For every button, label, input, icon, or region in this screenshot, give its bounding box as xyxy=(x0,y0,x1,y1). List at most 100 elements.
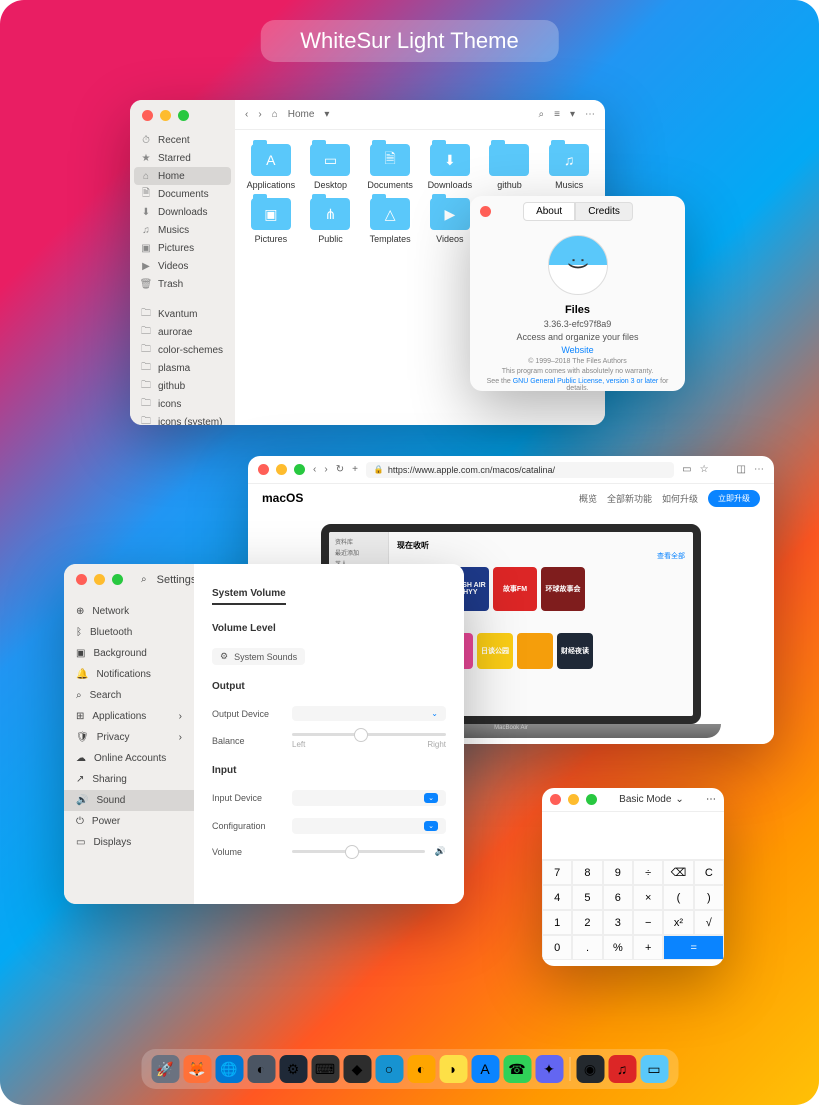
volume-slider[interactable] xyxy=(292,850,425,853)
dock-app[interactable]: ◆ xyxy=(343,1055,371,1083)
settings-item[interactable]: 🔔Notifications xyxy=(64,664,194,685)
view-button[interactable]: ≡ xyxy=(554,109,560,120)
calc-key[interactable]: 1 xyxy=(542,910,572,935)
search-button[interactable]: ⌕ xyxy=(539,109,545,120)
back-button[interactable]: ‹ xyxy=(313,464,316,475)
nav-link[interactable]: 全部新功能 xyxy=(607,492,652,505)
calc-key[interactable]: 9 xyxy=(603,860,633,885)
folder-item[interactable]: ♫Musics xyxy=(543,144,595,190)
calc-key[interactable]: 0 xyxy=(542,935,572,960)
sidebar-item[interactable]: ★Starred xyxy=(130,149,235,167)
nav-link[interactable]: 如何升级 xyxy=(662,492,698,505)
dock-app[interactable]: 🦊 xyxy=(183,1055,211,1083)
calc-key[interactable]: × xyxy=(633,885,663,910)
license-link[interactable]: GNU General Public License, version 3 or… xyxy=(513,378,659,385)
folder-item[interactable]: ▣Pictures xyxy=(245,198,297,244)
more-button[interactable]: ⋯ xyxy=(585,109,595,120)
sidebar-item[interactable]: 🗀color-schemes xyxy=(130,341,235,359)
tab-about[interactable]: About xyxy=(523,202,575,221)
calc-key[interactable]: 3 xyxy=(603,910,633,935)
folder-item[interactable]: ▭Desktop xyxy=(305,144,357,190)
minimize-button[interactable] xyxy=(568,794,579,805)
folder-item[interactable]: AApplications xyxy=(245,144,297,190)
folder-item[interactable]: △Templates xyxy=(364,198,416,244)
dock-app[interactable]: A xyxy=(471,1055,499,1083)
system-sounds-button[interactable]: ⚙ System Sounds xyxy=(212,648,305,665)
calc-key[interactable]: C xyxy=(694,860,724,885)
sidebar-item[interactable]: ⏱Recent xyxy=(130,131,235,149)
calc-key[interactable]: 4 xyxy=(542,885,572,910)
sidebar-item[interactable]: 🗀aurorae xyxy=(130,323,235,341)
forward-button[interactable]: › xyxy=(258,109,261,120)
dock-app[interactable]: ✦ xyxy=(535,1055,563,1083)
balance-slider[interactable] xyxy=(292,733,446,736)
maximize-button[interactable] xyxy=(178,110,189,121)
podcast-tile[interactable]: 故事FM xyxy=(493,567,537,611)
sidebar-item[interactable]: ⌂Home xyxy=(134,167,231,185)
dock-app[interactable]: 🚀 xyxy=(151,1055,179,1083)
dock-app[interactable]: ◉ xyxy=(576,1055,604,1083)
folder-item[interactable]: ▶Videos xyxy=(424,198,476,244)
podcast-tile[interactable]: 环球故事会 xyxy=(541,567,585,611)
calc-key[interactable]: x² xyxy=(663,910,693,935)
minimize-button[interactable] xyxy=(160,110,171,121)
dock-app[interactable]: ☎ xyxy=(503,1055,531,1083)
calc-key[interactable]: . xyxy=(572,935,602,960)
close-button[interactable] xyxy=(258,464,269,475)
star-button[interactable]: ☆ xyxy=(700,464,709,475)
settings-item[interactable]: ⏻Power xyxy=(64,811,194,832)
settings-item[interactable]: ⊕Network xyxy=(64,601,194,622)
folder-item[interactable]: github xyxy=(484,144,536,190)
bookmarks-button[interactable]: ◫ xyxy=(737,464,746,475)
sidebar-item[interactable]: 🗑Trash xyxy=(130,275,235,293)
sidebar-item[interactable]: ⬇Downloads xyxy=(130,203,235,221)
calc-key[interactable]: 5 xyxy=(572,885,602,910)
config-select[interactable]: ⌄ xyxy=(292,818,446,834)
calc-key[interactable]: 6 xyxy=(603,885,633,910)
list-item[interactable]: 资料库 xyxy=(331,536,386,547)
sidebar-item[interactable]: 🗀icons (system) xyxy=(130,413,235,425)
settings-item[interactable]: ▭Displays xyxy=(64,832,194,853)
dock-app[interactable]: ♫ xyxy=(608,1055,636,1083)
cta-button[interactable]: 立即升级 xyxy=(708,490,760,507)
calc-key[interactable]: 7 xyxy=(542,860,572,885)
calc-key[interactable]: = xyxy=(663,935,724,960)
dock-app[interactable]: ⚙ xyxy=(279,1055,307,1083)
output-device-select[interactable]: ⌄ xyxy=(292,706,446,721)
sidebar-item[interactable]: 🗀Kvantum xyxy=(130,305,235,323)
calc-key[interactable]: 8 xyxy=(572,860,602,885)
sidebar-item[interactable]: 🗀plasma xyxy=(130,359,235,377)
maximize-button[interactable] xyxy=(294,464,305,475)
chevron-down-icon[interactable]: ▾ xyxy=(324,109,329,120)
dock-app[interactable]: ◐ xyxy=(247,1055,275,1083)
dock-app[interactable]: ▭ xyxy=(640,1055,668,1083)
calc-mode-select[interactable]: Basic Mode⌄ xyxy=(619,794,684,805)
settings-item[interactable]: ⊞Applications› xyxy=(64,706,194,727)
podcast-tile[interactable]: 财经夜读 xyxy=(557,633,593,669)
folder-item[interactable]: ⋔Public xyxy=(305,198,357,244)
sidebar-item[interactable]: 🗀icons xyxy=(130,395,235,413)
calc-key[interactable]: % xyxy=(603,935,633,960)
settings-item[interactable]: ᛒBluetooth xyxy=(64,622,194,643)
close-button[interactable] xyxy=(142,110,153,121)
see-all-link[interactable]: 查看全部 xyxy=(657,551,685,561)
dock-app[interactable]: 🌐 xyxy=(215,1055,243,1083)
maximize-button[interactable] xyxy=(112,574,123,585)
sidebar-item[interactable]: ▣Pictures xyxy=(130,239,235,257)
folder-item[interactable]: 🗎Documents xyxy=(364,144,416,190)
input-device-select[interactable]: ⌄ xyxy=(292,790,446,806)
minimize-button[interactable] xyxy=(276,464,287,475)
podcast-tile[interactable] xyxy=(517,633,553,669)
reader-button[interactable]: ▭ xyxy=(682,464,691,475)
newtab-button[interactable]: + xyxy=(352,464,358,475)
dock-app[interactable]: ◗ xyxy=(439,1055,467,1083)
calc-key[interactable]: + xyxy=(633,935,663,960)
minimize-button[interactable] xyxy=(94,574,105,585)
maximize-button[interactable] xyxy=(586,794,597,805)
settings-item[interactable]: 🛡Privacy› xyxy=(64,727,194,748)
more-button[interactable]: ⋯ xyxy=(754,464,764,475)
calc-key[interactable]: √ xyxy=(694,910,724,935)
settings-item[interactable]: ▣Background xyxy=(64,643,194,664)
nav-link[interactable]: 概览 xyxy=(579,492,597,505)
close-button[interactable] xyxy=(76,574,87,585)
